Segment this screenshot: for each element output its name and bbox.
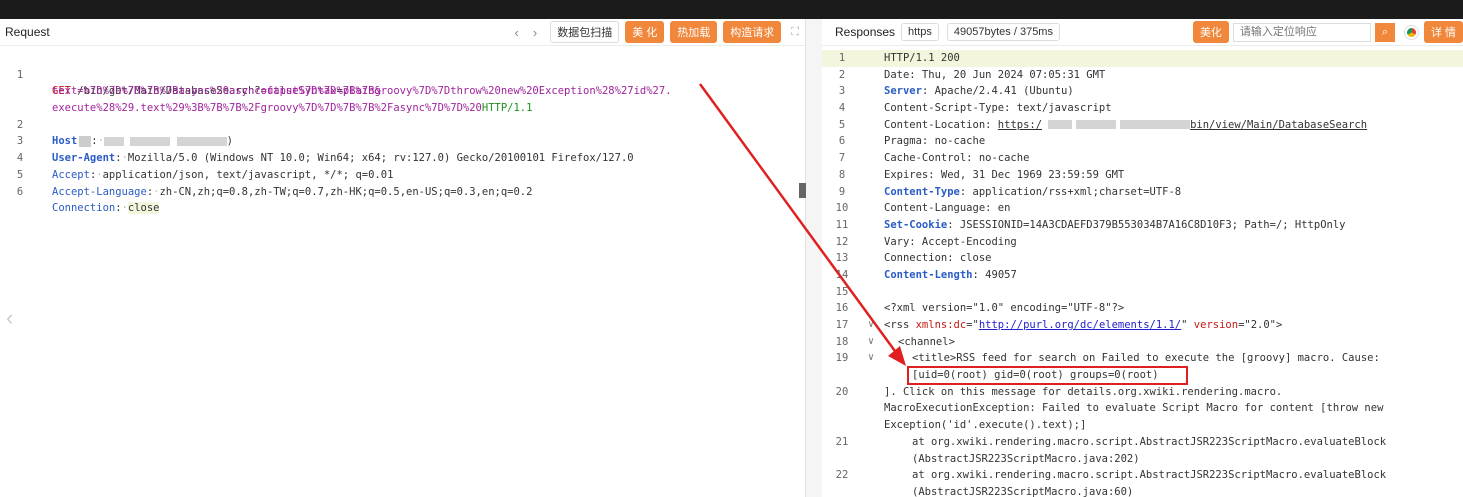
header-name: Server xyxy=(884,85,922,98)
header-name: Content-Length xyxy=(884,268,973,281)
xml-punct: ="2.0"> xyxy=(1238,319,1283,331)
xml-punct: =" xyxy=(966,319,979,331)
request-editor[interactable]: 1 GET·/bin/get/Main/DatabaseSearch?outpu… xyxy=(0,50,805,215)
top-bar xyxy=(0,0,1463,19)
xml-declaration: <?xml version="1.0" encoding="UTF-8"?> xyxy=(884,302,1125,315)
xml-attr-value[interactable]: http://purl.org/dc/elements/1.1/ xyxy=(979,319,1181,331)
protocol-chip: https xyxy=(901,23,939,41)
line-number: 1 xyxy=(838,52,846,64)
header-name: Connection xyxy=(52,202,116,215)
line-number: 3 xyxy=(838,85,846,98)
header-line: Cache-Control: no-cache xyxy=(884,152,1030,165)
line-number: 18 xyxy=(835,335,849,348)
chevron-left-icon[interactable]: ‹ xyxy=(6,305,13,331)
fold-chevron-icon[interactable]: ∨ xyxy=(868,350,874,367)
stack-trace-line: at org.xwiki.rendering.macro.script.Abst… xyxy=(912,435,1387,448)
locate-response-input[interactable] xyxy=(1232,22,1371,42)
stack-trace-line: (AbstractJSR223ScriptMacro.java:202) xyxy=(912,452,1140,465)
line-number: 22 xyxy=(835,469,849,482)
request-title: Request xyxy=(5,25,50,39)
response-pane: Responses https 49057bytes / 375ms 美化 ⌕ … xyxy=(822,19,1463,497)
line-number: 10 xyxy=(835,202,849,215)
header-value: close xyxy=(127,202,160,215)
hot-load-button[interactable]: 热加载 xyxy=(670,21,718,43)
line-number: 15 xyxy=(835,285,849,298)
line-number: 14 xyxy=(835,268,849,281)
line-number: 6 xyxy=(16,185,24,198)
line-number: 11 xyxy=(835,218,849,231)
xml-punct: " xyxy=(1181,319,1194,331)
header-value: Apache/2.4.41 (Ubuntu) xyxy=(934,85,1074,98)
scroll-handle[interactable] xyxy=(799,183,806,198)
beautify-button[interactable]: 美 化 xyxy=(625,21,665,43)
line-number: 9 xyxy=(838,185,846,198)
request-pane: Request ‹ › 数据包扫描 美 化 热加载 构造请求 ⛶ 1 GET·/… xyxy=(0,19,806,497)
line-number: 19 xyxy=(835,352,849,365)
location-link[interactable]: https:/ xyxy=(998,119,1042,131)
title-line: <title>RSS feed for search on Failed to … xyxy=(912,352,1380,365)
header-line: Connection: close xyxy=(884,252,992,265)
header-value: application/rss+xml;charset=UTF-8 xyxy=(972,185,1182,198)
line-number: 8 xyxy=(838,168,846,181)
title-line: MacroExecutionException: Failed to evalu… xyxy=(884,402,1384,415)
packet-scan-button[interactable]: 数据包扫描 xyxy=(550,21,620,43)
line-number: 21 xyxy=(835,435,849,448)
xml-attr: xmlns:dc xyxy=(915,319,967,331)
search-icon[interactable]: ⌕ xyxy=(1374,22,1395,42)
header-name: Accept-Language xyxy=(52,185,147,198)
pane-divider[interactable] xyxy=(806,19,822,497)
line-number: 7 xyxy=(838,152,846,165)
header-line: Expires: Wed, 31 Dec 1969 23:59:59 GMT xyxy=(884,168,1125,181)
beautify-button[interactable]: 美化 xyxy=(1192,21,1229,43)
line-number: 17 xyxy=(835,319,849,331)
header-line: Content-Language: en xyxy=(884,202,1011,215)
header-name: Content-Location: xyxy=(884,118,998,131)
request-header: Request ‹ › 数据包扫描 美 化 热加载 构造请求 ⛶ xyxy=(0,19,805,46)
line-number: 16 xyxy=(835,302,849,315)
line-number: 2 xyxy=(838,68,846,81)
title-line: Exception('id'.execute().text);] xyxy=(884,419,1087,432)
header-line: Date: Thu, 20 Jun 2024 07:05:31 GMT xyxy=(884,68,1106,81)
location-link-path[interactable]: bin/view/Main/DatabaseSearch xyxy=(1190,119,1367,131)
xml-tag: <rss xyxy=(884,319,916,331)
header-name: Set-Cookie xyxy=(884,218,948,231)
stack-trace-line: (AbstractJSR223ScriptMacro.java:60) xyxy=(912,485,1134,497)
xml-tag: <channel> xyxy=(898,335,955,348)
fold-chevron-icon[interactable]: ∨ xyxy=(868,334,874,351)
next-arrow-icon[interactable]: › xyxy=(533,25,537,40)
header-line: Pragma: no-cache xyxy=(884,135,986,148)
build-request-button[interactable]: 构造请求 xyxy=(723,21,782,43)
xml-attr: version xyxy=(1193,319,1239,331)
response-title: Responses xyxy=(835,25,896,39)
line-number: 20 xyxy=(835,385,849,398)
header-value: zh-CN,zh;q=0.8,zh-TW;q=0.7,zh-HK;q=0.5,e… xyxy=(159,185,533,198)
fullscreen-icon[interactable]: ⛶ xyxy=(791,26,799,39)
chrome-icon[interactable] xyxy=(1404,25,1418,39)
title-line: ]. Click on this message for details.org… xyxy=(884,385,1283,398)
response-editor[interactable]: 1 HTTP/1.1 200 2 Date: Thu, 20 Jun 2024 07… xyxy=(822,50,1463,497)
line-number: 6 xyxy=(838,135,846,148)
stack-trace-line: at org.xwiki.rendering.macro.script.Abst… xyxy=(912,469,1387,482)
header-value: JSESSIONID=14A3CDAEFD379B553034B7A16C8D1… xyxy=(959,218,1346,231)
header-line: Vary: Accept-Encoding xyxy=(884,235,1017,248)
header-value: 49057 xyxy=(985,268,1017,281)
header-line: Content-Script-Type: text/javascript xyxy=(884,102,1112,115)
prev-arrow-icon[interactable]: ‹ xyxy=(515,25,519,40)
line-number: 12 xyxy=(835,235,849,248)
line-number: 5 xyxy=(838,118,846,131)
header-name: Content-Type xyxy=(884,185,960,198)
response-header: Responses https 49057bytes / 375ms 美化 ⌕ … xyxy=(822,19,1463,46)
highlight-box xyxy=(907,366,1188,385)
status-line: HTTP/1.1 200 xyxy=(884,52,960,64)
details-button[interactable]: 详 情 xyxy=(1423,21,1463,43)
fold-chevron-icon[interactable]: ∨ xyxy=(868,317,874,334)
line-number: 13 xyxy=(835,252,849,265)
line-number: 4 xyxy=(838,102,846,115)
size-time-chip: 49057bytes / 375ms xyxy=(946,23,1060,41)
